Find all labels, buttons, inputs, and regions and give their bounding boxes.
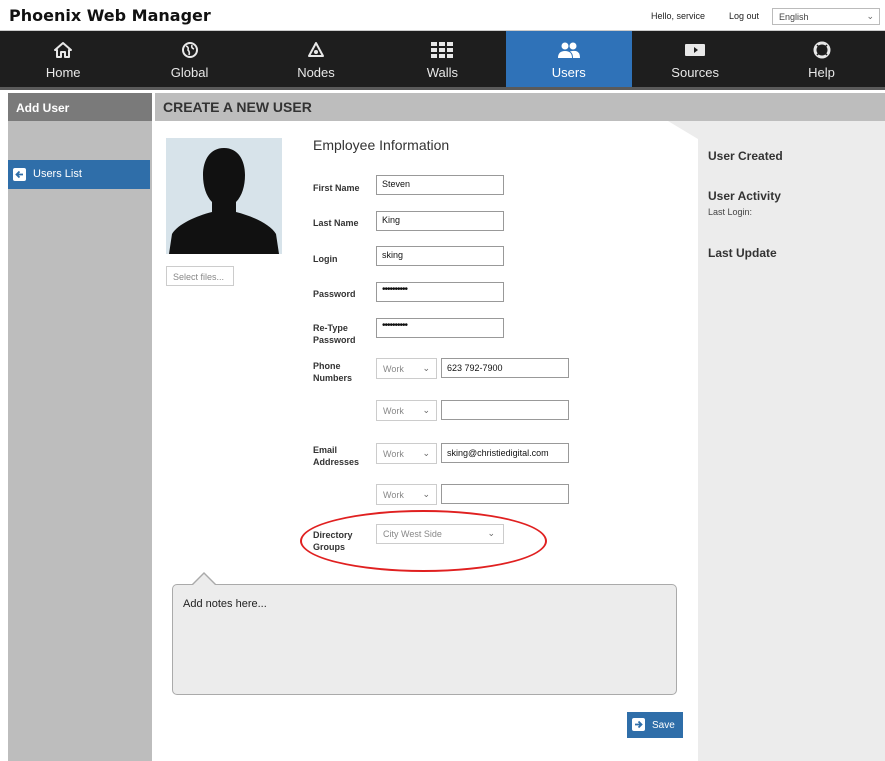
user-activity-heading: User Activity xyxy=(708,189,781,203)
language-select[interactable]: English ⌄ xyxy=(772,8,880,25)
nav-label: Users xyxy=(551,65,586,80)
chevron-down-icon: ⌄ xyxy=(422,405,430,415)
phone-1-field[interactable]: 623 792-7900 xyxy=(441,358,569,378)
user-created-heading: User Created xyxy=(708,149,783,163)
email-addresses-label: Email Addresses xyxy=(313,444,359,468)
last-login-label: Last Login: xyxy=(708,207,753,217)
phone-1-type-value: Work xyxy=(383,364,404,374)
nav-home[interactable]: Home xyxy=(0,31,126,87)
page-title: CREATE A NEW USER xyxy=(163,99,312,115)
chevron-down-icon: ⌄ xyxy=(422,448,430,458)
home-icon xyxy=(0,40,126,60)
password-label: Password xyxy=(313,289,356,299)
select-files-button[interactable]: Select files... xyxy=(166,266,234,286)
nav-divider xyxy=(0,87,885,90)
main-nav: Home Global Nodes Walls Users Sources He… xyxy=(0,31,885,87)
login-field[interactable]: sking xyxy=(376,246,504,266)
email-2-type-value: Work xyxy=(383,490,404,500)
directory-groups-label: Directory Groups xyxy=(313,529,353,553)
right-info-panel: User Created User Activity Last Login: L… xyxy=(698,121,885,761)
employee-info-heading: Employee Information xyxy=(313,137,450,153)
login-label: Login xyxy=(313,254,338,264)
phone-numbers-label: Phone Numbers xyxy=(313,360,352,384)
phone-1-type-select[interactable]: Work ⌄ xyxy=(376,358,437,379)
notes-placeholder: Add notes here... xyxy=(183,598,267,610)
greeting-text: Hello, service xyxy=(651,11,706,21)
nav-label: Sources xyxy=(671,65,719,80)
top-header: Phoenix Web Manager Hello, service Log o… xyxy=(0,0,885,31)
retype-password-label: Re-Type Password xyxy=(313,322,356,346)
directory-groups-value: City West Side xyxy=(383,529,442,539)
nav-label: Help xyxy=(808,65,835,80)
chevron-down-icon: ⌄ xyxy=(422,363,430,373)
phone-label-line2: Numbers xyxy=(313,373,353,383)
save-label: Save xyxy=(652,720,675,731)
retype-password-field[interactable]: •••••••••• xyxy=(376,318,504,338)
arrow-left-icon xyxy=(13,168,26,181)
globe-icon xyxy=(126,40,252,60)
email-1-type-select[interactable]: Work ⌄ xyxy=(376,443,437,464)
directory-label-line2: Groups xyxy=(313,542,346,552)
email-1-field[interactable]: sking@christiedigital.com xyxy=(441,443,569,463)
walls-grid-icon xyxy=(379,40,505,60)
video-camera-icon xyxy=(632,40,758,60)
chevron-down-icon: ⌄ xyxy=(422,489,430,499)
app-title: Phoenix Web Manager xyxy=(9,6,211,25)
nav-walls[interactable]: Walls xyxy=(379,31,505,87)
person-silhouette-icon xyxy=(169,148,279,254)
last-name-field[interactable]: King xyxy=(376,211,504,231)
nav-label: Home xyxy=(45,65,81,80)
nav-nodes[interactable]: Nodes xyxy=(253,31,379,87)
email-2-field[interactable] xyxy=(441,484,569,504)
lifebuoy-icon xyxy=(758,40,884,60)
last-update-heading: Last Update xyxy=(708,246,777,260)
panel-fold-decoration xyxy=(668,121,698,139)
sidebar-title: Add User xyxy=(8,93,152,121)
nav-label: Walls xyxy=(426,65,459,80)
email-label-line1: Email xyxy=(313,445,338,455)
language-select-value: English xyxy=(779,12,809,22)
users-icon xyxy=(506,40,632,60)
email-2-type-select[interactable]: Work ⌄ xyxy=(376,484,437,505)
nodes-icon xyxy=(253,40,379,60)
email-label-line2: Addresses xyxy=(313,457,360,467)
directory-groups-select[interactable]: City West Side ⌄ xyxy=(376,524,504,544)
retype-label-line1: Re-Type xyxy=(313,323,348,333)
nav-sources[interactable]: Sources xyxy=(632,31,758,87)
password-field[interactable]: •••••••••• xyxy=(376,282,504,302)
nav-label: Global xyxy=(170,65,209,80)
users-list-button[interactable]: Users List xyxy=(8,160,150,189)
main-header: CREATE A NEW USER xyxy=(155,93,885,121)
last-name-label: Last Name xyxy=(313,218,359,228)
nav-global[interactable]: Global xyxy=(126,31,252,87)
avatar xyxy=(166,138,282,254)
save-button[interactable]: Save xyxy=(627,712,683,738)
phone-2-field[interactable] xyxy=(441,400,569,420)
first-name-label: First Name xyxy=(313,183,360,193)
left-sidebar: Add User Users List xyxy=(8,93,152,761)
phone-2-type-select[interactable]: Work ⌄ xyxy=(376,400,437,421)
nav-label: Nodes xyxy=(297,65,335,80)
notes-pointer-fill xyxy=(193,574,215,585)
first-name-field[interactable]: Steven xyxy=(376,175,504,195)
phone-label-line1: Phone xyxy=(313,361,341,371)
logout-link[interactable]: Log out xyxy=(729,11,759,21)
users-list-label: Users List xyxy=(33,168,82,180)
retype-label-line2: Password xyxy=(313,335,356,345)
phone-2-type-value: Work xyxy=(383,406,404,416)
directory-label-line1: Directory xyxy=(313,530,353,540)
nav-users[interactable]: Users xyxy=(505,31,632,87)
chevron-down-icon: ⌄ xyxy=(866,11,874,21)
arrow-right-icon xyxy=(632,718,645,731)
chevron-down-icon: ⌄ xyxy=(487,528,495,538)
email-1-type-value: Work xyxy=(383,449,404,459)
nav-help[interactable]: Help xyxy=(758,31,884,87)
notes-textarea[interactable]: Add notes here... xyxy=(172,584,677,695)
